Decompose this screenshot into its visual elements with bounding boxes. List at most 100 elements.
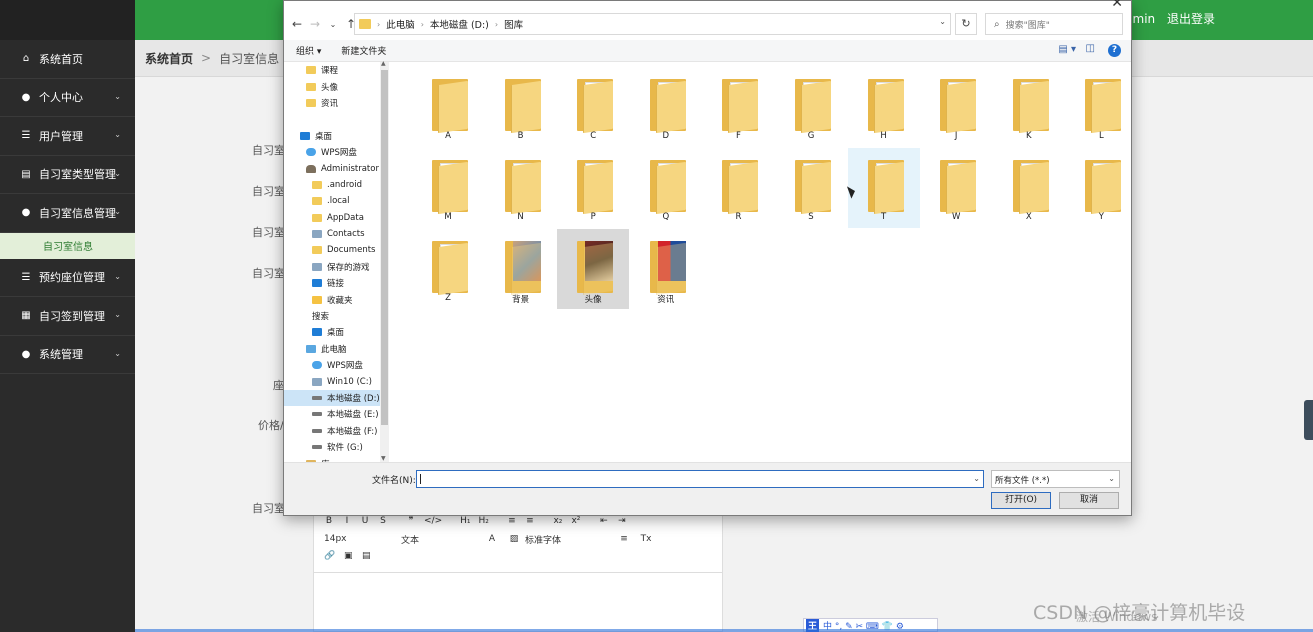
nav-item[interactable]: 课程 [284, 62, 389, 78]
font-color-icon[interactable]: A [481, 534, 503, 544]
font-size-select[interactable]: 14px [324, 534, 401, 544]
scroll-thumb[interactable] [381, 70, 388, 425]
address-bar[interactable]: › 此电脑 › 本地磁盘 (D:) › 图库 ⌄ [354, 13, 951, 35]
file-item[interactable]: D [630, 67, 702, 147]
file-item[interactable]: M [412, 148, 484, 228]
video-icon[interactable]: ▤ [361, 551, 371, 561]
font-family-select[interactable]: 标准字体 [525, 533, 613, 546]
image-icon[interactable]: ▣ [343, 551, 353, 561]
nav-item[interactable]: 本地磁盘 (F:) [284, 423, 389, 439]
editor-tool-icon[interactable]: ❞ [406, 516, 416, 526]
editor-tool-icon[interactable]: B [324, 516, 334, 526]
nav-item[interactable]: 此电脑 [284, 341, 389, 357]
sidebar-item[interactable]: ● 自习室信息管理 ⌄ [0, 194, 135, 233]
file-item[interactable]: A [412, 67, 484, 147]
file-item[interactable]: 头像 [557, 229, 630, 309]
nav-item[interactable]: 桌面 [284, 324, 389, 340]
nav-item[interactable]: 软件 (G:) [284, 439, 389, 455]
address-crumb[interactable]: 此电脑 [386, 17, 415, 31]
file-item[interactable]: X [993, 148, 1065, 228]
nav-item[interactable]: 收藏夹 [284, 291, 389, 307]
nav-item[interactable]: Contacts [284, 226, 389, 242]
editor-tool-icon[interactable]: x² [571, 516, 581, 526]
file-item[interactable]: K [993, 67, 1065, 147]
breadcrumb-home[interactable]: 系统首页 [145, 50, 193, 67]
nav-item[interactable]: AppData [284, 210, 389, 226]
editor-tool-icon[interactable]: ≡ [525, 516, 535, 526]
file-item[interactable]: Z [412, 229, 484, 309]
clear-format-icon[interactable]: Tx [635, 534, 657, 544]
forward-icon[interactable]: → [306, 17, 324, 31]
sidebar-item[interactable]: ☰ 预约座位管理 ⌄ [0, 259, 135, 297]
file-type-select[interactable]: 所有文件 (*.*) ⌄ [991, 470, 1120, 488]
nav-item[interactable]: 桌面 [284, 128, 389, 144]
preview-pane-icon[interactable]: ◫ [1086, 43, 1095, 54]
editor-tool-icon[interactable]: S [378, 516, 388, 526]
nav-item[interactable]: 保存的游戏 [284, 259, 389, 275]
chevron-right-icon[interactable]: › [495, 20, 498, 29]
nav-scrollbar[interactable]: ▲ ▼ [380, 60, 389, 462]
nav-item[interactable]: 本地磁盘 (E:) [284, 406, 389, 422]
open-button[interactable]: 打开(O) [991, 492, 1051, 509]
nav-item[interactable]: .local [284, 193, 389, 209]
address-crumb[interactable]: 图库 [504, 17, 523, 31]
file-item[interactable]: 资讯 [630, 229, 702, 309]
editor-tool-icon[interactable]: I [342, 516, 352, 526]
file-item[interactable]: W [920, 148, 992, 228]
chevron-right-icon[interactable]: › [421, 20, 424, 29]
sidebar-item[interactable]: ▦ 自习签到管理 ⌄ [0, 297, 135, 336]
file-item[interactable]: S [775, 148, 847, 228]
file-item[interactable]: B [485, 67, 557, 147]
nav-item[interactable]: 头像 [284, 78, 389, 94]
file-item[interactable]: F [702, 67, 774, 147]
sidebar-item[interactable]: ● 系统管理 ⌄ [0, 336, 135, 374]
nav-item[interactable]: 资讯 [284, 95, 389, 111]
file-item[interactable]: G [775, 67, 847, 147]
nav-item[interactable]: WPS网盘 [284, 144, 389, 160]
nav-item[interactable]: 链接 [284, 275, 389, 291]
nav-item[interactable]: Win10 (C:) [284, 373, 389, 389]
file-item[interactable]: H [848, 67, 920, 147]
rich-text-editor[interactable]: B I U S ❞ </> H₁ H₂ ≡ ≡ x₂ x² ⇤ ⇥ 14px 文本 A ▨ 标准字体 ≡ … [313, 507, 723, 632]
side-handle[interactable] [1304, 400, 1313, 440]
editor-tool-icon[interactable]: ≡ [507, 516, 517, 526]
chevron-down-icon[interactable]: ⌄ [1108, 474, 1115, 483]
file-item[interactable]: Q [630, 148, 702, 228]
align-icon[interactable]: ≡ [613, 534, 635, 544]
file-item[interactable]: C [557, 67, 629, 147]
recent-dropdown-icon[interactable]: ⌄ [324, 20, 342, 29]
scroll-up-icon[interactable]: ▲ [381, 60, 386, 67]
view-options-icon[interactable]: ▤ ▾ [1058, 44, 1076, 55]
cancel-button[interactable]: 取消 [1059, 492, 1119, 509]
file-item[interactable]: P [557, 148, 629, 228]
nav-item[interactable]: 库 [284, 455, 389, 462]
address-crumb[interactable]: 本地磁盘 (D:) [430, 17, 489, 31]
nav-item[interactable]: Documents [284, 242, 389, 258]
back-icon[interactable]: ← [288, 17, 306, 31]
file-item[interactable]: L [1065, 67, 1137, 147]
nav-item[interactable]: .android [284, 177, 389, 193]
logout-link[interactable]: 退出登录 [1167, 12, 1215, 26]
sidebar-subitem[interactable]: 自习室信息 [0, 232, 135, 259]
editor-body[interactable] [314, 572, 722, 573]
help-icon[interactable]: ? [1108, 44, 1121, 57]
new-folder-button[interactable]: 新建文件夹 [341, 44, 386, 57]
file-item[interactable]: 背景 [485, 229, 557, 309]
file-item[interactable]: N [485, 148, 557, 228]
editor-tool-icon[interactable]: U [360, 516, 370, 526]
organize-menu[interactable]: 组织 ▾ [296, 44, 321, 57]
filename-input[interactable]: ⌄ [416, 470, 984, 488]
sidebar-item[interactable]: ● 个人中心 ⌄ [0, 79, 135, 117]
editor-tool-icon[interactable]: </> [424, 516, 442, 526]
nav-item[interactable]: WPS网盘 [284, 357, 389, 373]
file-item[interactable]: Y [1065, 148, 1137, 228]
nav-item[interactable]: 本地磁盘 (D:) [284, 389, 389, 407]
file-item[interactable]: J [920, 67, 992, 147]
nav-item[interactable]: 搜索 [284, 308, 389, 324]
nav-item[interactable]: Administrator [284, 160, 389, 176]
link-icon[interactable]: 🔗 [324, 551, 335, 561]
bg-color-icon[interactable]: ▨ [503, 534, 525, 544]
sidebar-item[interactable]: ▤ 自习室类型管理 ⌄ [0, 156, 135, 194]
editor-tool-icon[interactable]: ⇤ [599, 516, 609, 526]
editor-tool-icon[interactable]: x₂ [553, 516, 563, 526]
